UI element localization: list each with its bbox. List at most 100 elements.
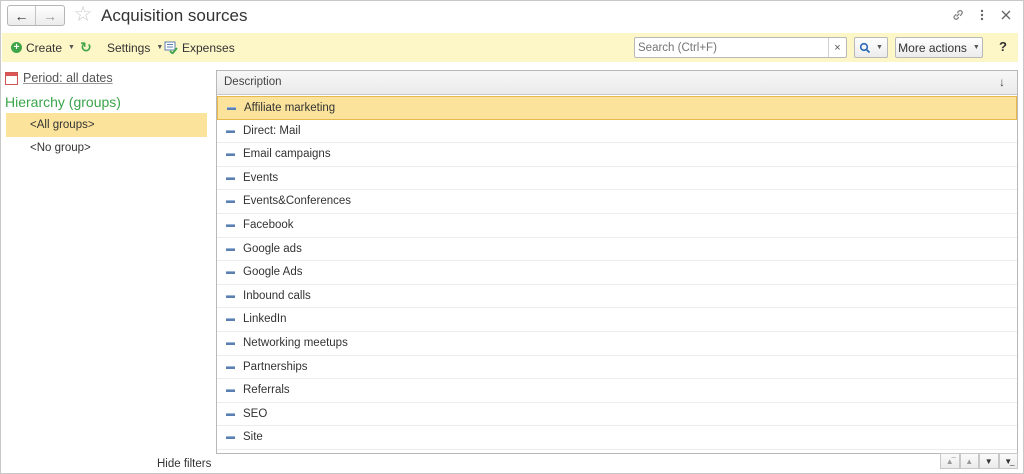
command-bar: + Create ▼ ↻ Settings ▼ Expenses Search … <box>2 33 1018 62</box>
row-label: LinkedIn <box>243 313 287 326</box>
clear-x-icon: × <box>834 41 841 54</box>
group-item-all[interactable]: <All groups> <box>6 113 207 137</box>
catalog-item-icon <box>226 247 235 251</box>
caret-down-icon: ▼ <box>876 44 883 51</box>
table-row[interactable]: Events <box>217 167 1017 191</box>
favorite-star-icon[interactable]: ☆ <box>72 4 94 26</box>
catalog-item-icon <box>226 176 235 180</box>
catalog-item-icon <box>226 436 235 440</box>
table-row[interactable]: Facebook <box>217 214 1017 238</box>
table-row[interactable]: LinkedIn <box>217 308 1017 332</box>
row-label: Facebook <box>243 219 294 231</box>
table-row[interactable]: Partnerships <box>217 356 1017 380</box>
catalog-item-icon <box>226 412 235 416</box>
arrow-right-icon: → <box>43 7 57 24</box>
settings-label: Settings <box>107 40 151 55</box>
page-title: Acquisition sources <box>101 6 248 25</box>
help-button[interactable]: ? <box>995 39 1011 56</box>
row-label: Direct: Mail <box>243 124 301 137</box>
catalog-item-icon <box>226 224 235 227</box>
table-row[interactable]: Affiliate marketing <box>217 96 1017 120</box>
title-bar: ← → ☆ Acquisition sources <box>1 1 1023 31</box>
first-page-icon: ▲̅ <box>945 456 954 466</box>
calendar-icon <box>5 71 18 85</box>
table-row[interactable]: Direct: Mail <box>217 120 1017 144</box>
table-row[interactable]: Referrals <box>217 379 1017 403</box>
hide-filters-link[interactable]: Hide filters <box>157 458 211 470</box>
caret-down-icon: ▼ <box>972 44 980 51</box>
row-label: Affiliate marketing <box>244 102 336 114</box>
forward-button[interactable]: → <box>36 6 64 25</box>
last-page-icon: ▼̲ <box>1004 456 1013 466</box>
search-box: × <box>634 37 847 58</box>
expenses-button[interactable]: Expenses <box>164 39 235 56</box>
table-row[interactable]: Google ads <box>217 238 1017 262</box>
catalog-item-icon <box>226 129 235 133</box>
sources-table: Description ↓ Affiliate marketing Direct… <box>216 70 1018 454</box>
column-header-description[interactable]: Description <box>224 76 282 88</box>
search-options-button[interactable]: ▼ <box>854 37 888 58</box>
title-actions <box>949 6 1015 24</box>
page-up-icon: ▲ <box>965 456 974 466</box>
table-header: Description ↓ <box>217 71 1017 95</box>
row-label: Events&Conferences <box>243 195 352 208</box>
caret-down-icon: ▼ <box>68 44 75 51</box>
expenses-report-icon <box>164 41 178 55</box>
close-icon[interactable] <box>997 6 1015 24</box>
app-window: ← → ☆ Acquisition sources + Create ▼ ↻ S… <box>0 0 1024 474</box>
refresh-button[interactable]: ↻ <box>80 39 92 56</box>
row-label: Site <box>243 431 263 444</box>
create-button[interactable]: + Create ▼ <box>11 39 75 56</box>
row-label: SEO <box>243 407 268 420</box>
catalog-item-icon <box>226 271 235 275</box>
group-item-none[interactable]: <No group> <box>6 136 207 160</box>
create-label: Create <box>26 40 63 55</box>
row-label: Google ads <box>243 242 302 255</box>
navigation-buttons: ← → <box>7 5 65 26</box>
more-actions-label: More actions <box>898 40 967 55</box>
catalog-item-icon <box>226 200 235 204</box>
back-button[interactable]: ← <box>8 6 37 25</box>
more-actions-button[interactable]: More actions ▼ <box>895 37 983 58</box>
page-up-button[interactable]: ▲ <box>959 453 979 469</box>
table-row[interactable]: Events&Conferences <box>217 190 1017 214</box>
catalog-item-icon <box>226 389 235 393</box>
page-down-icon: ▼ <box>984 456 993 466</box>
catalog-item-icon <box>226 294 235 298</box>
row-label: Partnerships <box>243 360 308 373</box>
catalog-item-icon <box>227 107 236 110</box>
catalog-item-icon <box>226 153 235 157</box>
row-label: Events <box>243 171 279 184</box>
caret-down-icon: ▼ <box>156 44 164 51</box>
table-row[interactable]: SEO <box>217 403 1017 427</box>
row-label: Inbound calls <box>243 289 311 302</box>
search-input[interactable] <box>635 38 825 57</box>
row-label: Email campaigns <box>243 148 331 161</box>
period-link[interactable]: Period: all dates <box>23 71 113 85</box>
sort-arrow-icon[interactable]: ↓ <box>999 75 1005 89</box>
list-navigation: ▲̅ ▲ ▼ ▼̲ <box>940 453 1018 469</box>
catalog-item-icon <box>226 365 235 369</box>
go-to-first-button[interactable]: ▲̅ <box>940 453 960 469</box>
search-clear-button[interactable]: × <box>828 38 846 57</box>
row-label: Networking meetups <box>243 337 348 349</box>
expenses-label: Expenses <box>182 40 235 55</box>
row-label: Referrals <box>243 384 290 397</box>
period-filter[interactable]: Period: all dates <box>5 71 113 85</box>
catalog-item-icon <box>226 318 235 322</box>
settings-button[interactable]: Settings ▼ <box>107 39 163 56</box>
kebab-menu-icon[interactable] <box>973 6 991 24</box>
link-icon[interactable] <box>949 6 967 24</box>
table-row[interactable]: Google Ads <box>217 261 1017 285</box>
plus-circle-icon: + <box>11 42 22 53</box>
go-to-last-button[interactable]: ▼̲ <box>998 453 1018 469</box>
page-down-button[interactable]: ▼ <box>979 453 999 469</box>
table-row[interactable]: Inbound calls <box>217 285 1017 309</box>
table-row[interactable]: Email campaigns <box>217 143 1017 167</box>
catalog-item-icon <box>226 342 235 345</box>
table-row[interactable]: Networking meetups <box>217 332 1017 356</box>
row-label: Google Ads <box>243 266 303 279</box>
arrow-left-icon: ← <box>14 7 29 24</box>
table-row[interactable]: Site <box>217 426 1017 450</box>
hierarchy-title: Hierarchy (groups) <box>5 94 121 110</box>
